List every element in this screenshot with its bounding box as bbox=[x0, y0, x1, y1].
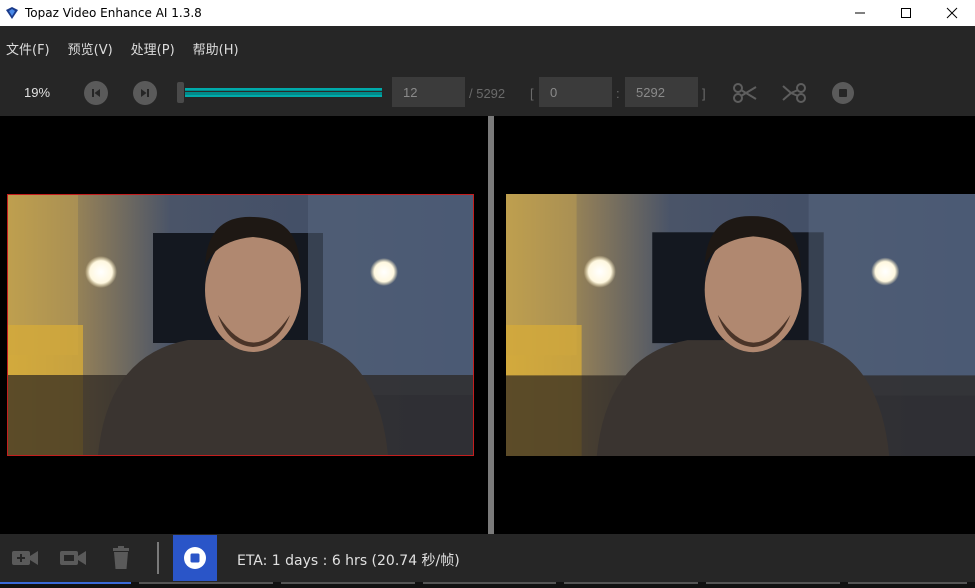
bottom-bar: ETA: 1 days : 6 hrs (20.74 秒/帧) bbox=[0, 534, 975, 582]
range-close-bracket: ] bbox=[702, 86, 706, 101]
video-settings-button[interactable] bbox=[59, 545, 87, 571]
skip-next-icon bbox=[141, 89, 149, 97]
stop-processing-button[interactable] bbox=[173, 535, 217, 581]
stop-icon bbox=[184, 547, 206, 569]
trash-icon bbox=[113, 546, 129, 569]
maximize-button[interactable] bbox=[883, 0, 929, 26]
range-start-input[interactable]: 0 bbox=[539, 77, 612, 107]
stop-icon bbox=[832, 82, 854, 104]
video-frame-original bbox=[8, 195, 473, 455]
menu-file[interactable]: 文件(F) bbox=[6, 39, 50, 58]
zoom-level[interactable]: 19% bbox=[24, 85, 50, 100]
topaz-logo-icon bbox=[4, 5, 20, 21]
next-frame-button[interactable] bbox=[133, 81, 157, 105]
toolbar: 19% 12 / 5292 [ 0 : 5292 ] bbox=[0, 70, 975, 116]
menu-process[interactable]: 处理(P) bbox=[131, 39, 175, 58]
close-button[interactable] bbox=[929, 0, 975, 26]
taskbar-strip bbox=[0, 582, 975, 588]
skip-previous-icon bbox=[92, 89, 100, 97]
range-open-bracket: [ bbox=[530, 86, 534, 101]
eta-status: ETA: 1 days : 6 hrs (20.74 秒/帧) bbox=[237, 553, 460, 569]
menu-preview[interactable]: 预览(V) bbox=[68, 39, 113, 58]
add-camera-icon bbox=[12, 551, 38, 565]
menu-help[interactable]: 帮助(H) bbox=[193, 39, 239, 58]
original-preview[interactable] bbox=[7, 194, 474, 456]
range-end-input[interactable]: 5292 bbox=[625, 77, 698, 107]
taskbar-item[interactable] bbox=[422, 582, 557, 588]
preview-area bbox=[0, 116, 975, 534]
enhanced-preview[interactable] bbox=[506, 194, 975, 456]
range-separator: : bbox=[616, 86, 620, 101]
taskbar-item[interactable] bbox=[706, 582, 840, 588]
scissors-icon bbox=[733, 83, 757, 103]
join-button[interactable] bbox=[781, 80, 807, 106]
cut-button[interactable] bbox=[732, 80, 758, 106]
minimize-icon bbox=[855, 12, 865, 14]
previous-frame-button[interactable] bbox=[84, 81, 108, 105]
taskbar-item[interactable] bbox=[138, 582, 273, 588]
timeline-slider-handle[interactable] bbox=[177, 82, 184, 103]
close-icon bbox=[946, 7, 958, 19]
taskbar-item[interactable] bbox=[0, 582, 131, 588]
toolbar-separator bbox=[157, 542, 159, 574]
camera-icon bbox=[60, 551, 86, 565]
join-icon bbox=[782, 83, 806, 103]
window-title: Topaz Video Enhance AI 1.3.8 bbox=[25, 6, 202, 20]
minimize-button[interactable] bbox=[837, 0, 883, 26]
video-frame-enhanced bbox=[506, 194, 975, 456]
maximize-icon bbox=[901, 8, 911, 18]
timeline-slider[interactable] bbox=[185, 88, 382, 97]
stop-preview-button[interactable] bbox=[830, 80, 856, 106]
add-video-button[interactable] bbox=[11, 545, 39, 571]
taskbar-item[interactable] bbox=[564, 582, 699, 588]
delete-button[interactable] bbox=[107, 545, 135, 571]
taskbar-item[interactable] bbox=[848, 582, 967, 588]
taskbar-item[interactable] bbox=[280, 582, 415, 588]
title-bar: Topaz Video Enhance AI 1.3.8 bbox=[0, 0, 975, 26]
total-frames-label: / 5292 bbox=[469, 86, 506, 101]
menu-bar: 文件(F) 预览(V) 处理(P) 帮助(H) bbox=[0, 26, 975, 70]
preview-divider[interactable] bbox=[488, 116, 494, 534]
current-frame-input[interactable]: 12 bbox=[392, 77, 465, 107]
